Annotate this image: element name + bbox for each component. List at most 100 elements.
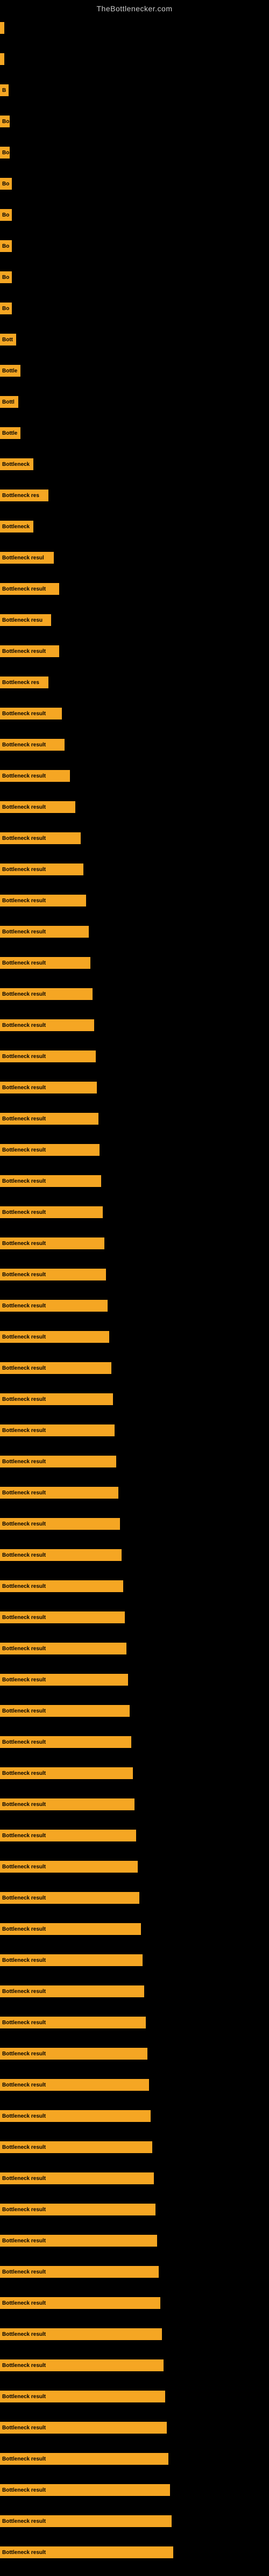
row-gap [0, 2561, 269, 2576]
bar: Bott [0, 334, 16, 346]
row-gap [0, 816, 269, 831]
bar-label: Bo [2, 275, 9, 280]
bar-label: Bottleneck result [2, 773, 46, 779]
bar: B [0, 84, 9, 96]
bar-row: Bottleneck result [0, 2171, 269, 2186]
row-gap [0, 1938, 269, 1953]
row-gap [0, 972, 269, 987]
bar-row: Bottleneck result [0, 2327, 269, 2342]
bar-label: Bottleneck result [2, 1210, 46, 1215]
bar-label: Bottle [2, 368, 17, 374]
row-gap [0, 37, 269, 52]
bar-row: Bottleneck result [0, 2264, 269, 2279]
bar-label: Bottleneck result [2, 2082, 46, 2088]
row-gap [0, 99, 269, 114]
bar-row: Bottleneck result [0, 1641, 269, 1656]
row-gap [0, 2187, 269, 2202]
bar: Bottleneck result [0, 2017, 146, 2028]
bar-row: Bott [0, 332, 269, 347]
bar: Bottleneck result [0, 2110, 151, 2122]
row-gap [0, 2405, 269, 2420]
bar-label: Bottleneck result [2, 1428, 46, 1434]
row-gap [0, 909, 269, 924]
bar-label: Bottleneck result [2, 2300, 46, 2306]
row-gap [0, 2062, 269, 2077]
bar-label: Bottleneck res [2, 493, 39, 499]
bar-row: Bottleneck result [0, 1922, 269, 1937]
row-gap [0, 1501, 269, 1516]
row-gap [0, 2374, 269, 2389]
bar-row: Bottleneck result [0, 1392, 269, 1407]
row-gap [0, 1439, 269, 1454]
row-gap [0, 2280, 269, 2296]
row-gap [0, 442, 269, 457]
row-gap [0, 2000, 269, 2015]
bar: Bottleneck result [0, 988, 93, 1000]
bar-label: Bo [2, 243, 9, 249]
row-gap [0, 2343, 269, 2358]
bar: Bottleneck result [0, 1331, 109, 1343]
bar-row: Bottleneck result [0, 1485, 269, 1500]
bar-row: Bottle [0, 363, 269, 378]
bar: Bottleneck result [0, 957, 90, 969]
bar-row: Bottleneck result [0, 2545, 269, 2560]
row-gap [0, 2312, 269, 2327]
bar-label: Bottleneck result [2, 1365, 46, 1371]
bar: Bottleneck result [0, 1300, 108, 1312]
bar: Bottleneck result [0, 1456, 116, 1467]
row-gap [0, 1252, 269, 1267]
bar-label: Bo [2, 212, 9, 218]
row-gap [0, 1844, 269, 1859]
bar: Bo [0, 240, 12, 252]
bar-row: Bo [0, 145, 269, 160]
bar-row: Bottleneck res [0, 488, 269, 503]
row-gap [0, 161, 269, 176]
bar-label: Bottleneck result [2, 2456, 46, 2462]
row-gap [0, 1969, 269, 1984]
bar-label: Bottleneck result [2, 1958, 46, 1963]
bar-row: Bottleneck result [0, 1766, 269, 1781]
row-gap [0, 691, 269, 706]
bar-row: Bottleneck result [0, 2202, 269, 2217]
bar: Bottleneck result [0, 645, 59, 657]
bar-label: Bottleneck result [2, 1334, 46, 1340]
row-gap [0, 1003, 269, 1018]
bar-row: Bottleneck result [0, 1236, 269, 1251]
bar: Bottleneck result [0, 1144, 100, 1156]
bar-row: Bo [0, 207, 269, 222]
bar: Bottleneck result [0, 2546, 173, 2558]
bar-label: Bottleneck result [2, 1459, 46, 1465]
bar-row: Bottleneck result [0, 2046, 269, 2061]
row-gap [0, 1345, 269, 1361]
bar-row: Bo [0, 114, 269, 129]
bar: Bottleneck result [0, 2422, 167, 2434]
row-gap [0, 1626, 269, 1641]
bar: Bottleneck result [0, 1798, 134, 1810]
bar: Bottleneck result [0, 2328, 162, 2340]
row-gap [0, 504, 269, 519]
bar-label: Bottleneck result [2, 898, 46, 904]
bar: Bo [0, 271, 12, 283]
bar-row: Bottleneck result [0, 924, 269, 939]
bar-row: Bottleneck [0, 519, 269, 534]
bar: Bottle [0, 365, 20, 377]
bar: Bottleneck result [0, 2172, 154, 2184]
bar-label: Bottleneck result [2, 649, 46, 654]
bar-label: Bottleneck result [2, 1833, 46, 1839]
bar-label: Bo [2, 150, 9, 156]
bar: Bottleneck result [0, 1985, 144, 1997]
bar-label: Bottleneck result [2, 2550, 46, 2556]
bar: Bottleneck result [0, 1082, 97, 1093]
bar-row: Bottleneck result [0, 1953, 269, 1968]
row-gap [0, 1408, 269, 1423]
bar-row: Bottl [0, 394, 269, 409]
bar-label: Bottleneck result [2, 1303, 46, 1309]
bar-row: Bottleneck result [0, 1018, 269, 1033]
bar-row: Bottleneck result [0, 2140, 269, 2155]
bar-row: Bottleneck result [0, 1329, 269, 1344]
bar-row: Bottleneck result [0, 862, 269, 877]
row-gap [0, 2156, 269, 2171]
bar-label: Bottleneck result [2, 1739, 46, 1745]
bar-row: Bottleneck result [0, 1579, 269, 1594]
bar: Bottleneck result [0, 1892, 139, 1904]
